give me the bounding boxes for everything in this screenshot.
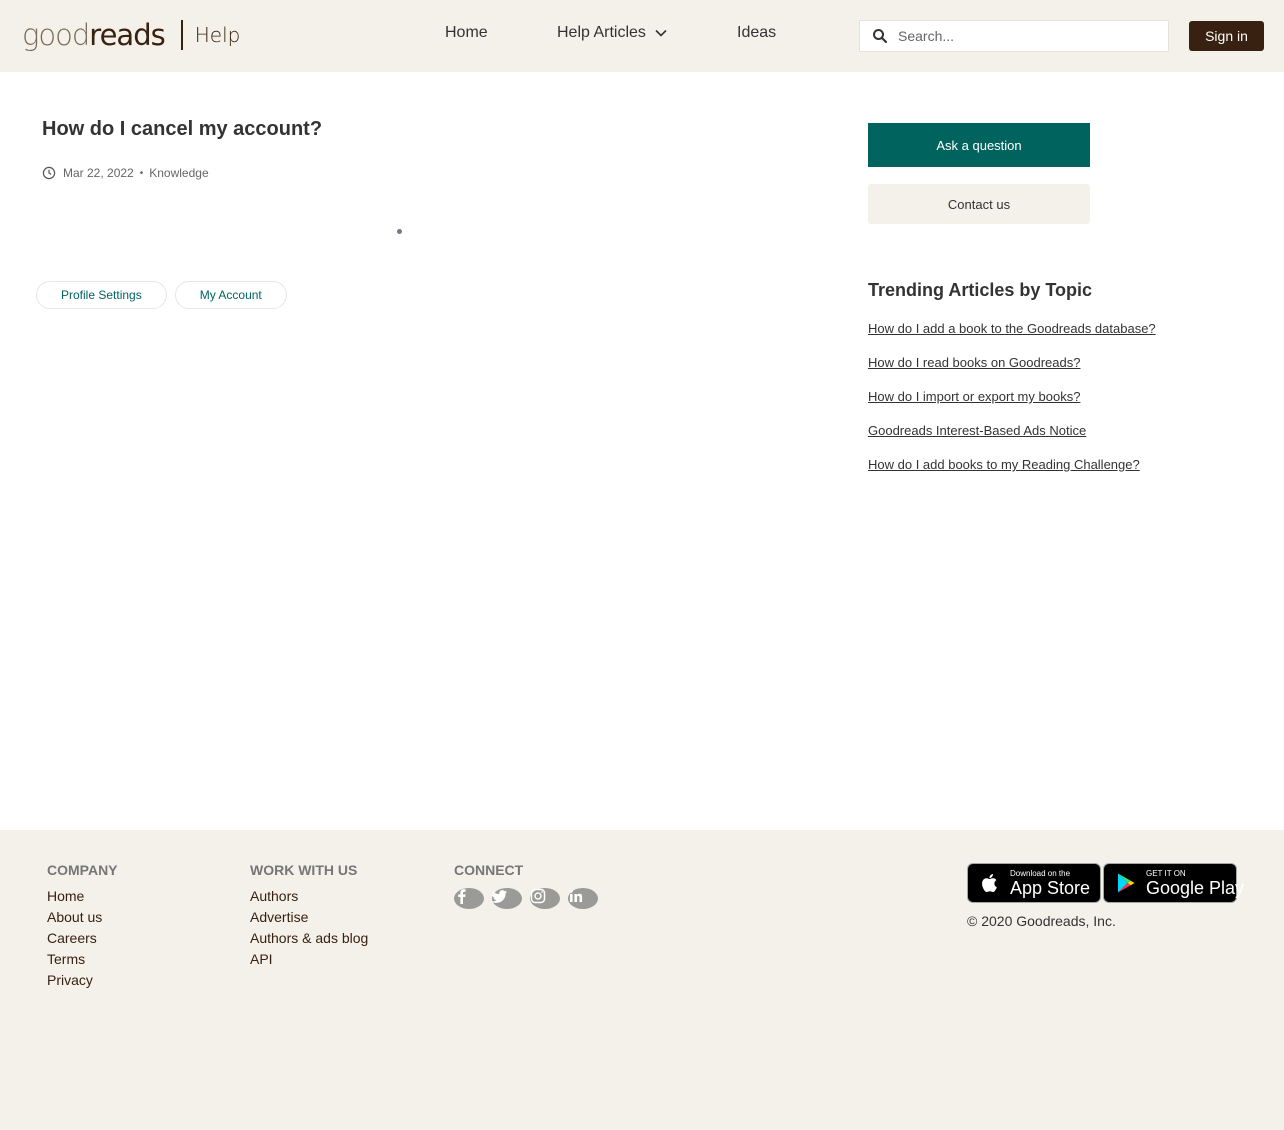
article-title: How do I cancel my account? (42, 118, 323, 140)
article-type: Knowledge (149, 166, 209, 180)
footer-heading: Connect (454, 862, 524, 878)
footer-link-authors-ads-blog[interactable]: Authors & ads blog (250, 930, 368, 951)
goodreads-help-logo[interactable]: goodreads Help (22, 18, 240, 52)
list-item: How do I import or export my books? (868, 388, 1156, 422)
nav-help-articles-label: Help Articles (557, 24, 646, 41)
nav-ideas[interactable]: Ideas (737, 24, 776, 42)
trending-article-link[interactable]: How do I import or export my books? (868, 389, 1080, 404)
footer-link-advertise[interactable]: Advertise (250, 909, 368, 930)
list-item: How do I read books on Goodreads? (868, 354, 1156, 388)
copyright: © 2020 Goodreads, Inc. (967, 913, 1116, 929)
footer-work-with-us: Work with us Authors Advertise Authors &… (250, 862, 368, 972)
trending-article-link[interactable]: How do I add a book to the Goodreads dat… (868, 321, 1156, 336)
google-play-label: GET IT ON Google Play (1146, 868, 1245, 898)
nav-help-articles[interactable]: Help Articles (557, 24, 668, 42)
trending-title: Trending Articles by Topic (868, 280, 1093, 300)
logo-wordmark: goodreads (22, 18, 166, 52)
site-header: goodreads Help Home Help Articles Ideas … (0, 0, 1284, 72)
instagram-icon[interactable] (530, 888, 560, 909)
footer-link-terms[interactable]: Terms (47, 951, 118, 972)
topic-profile-settings[interactable]: Profile Settings (36, 281, 167, 309)
list-item: Goodreads Interest-Based Ads Notice (868, 422, 1156, 456)
footer-connect: Connect (454, 862, 598, 909)
footer-link-home[interactable]: Home (47, 888, 118, 909)
meta-separator: • (139, 167, 144, 179)
chevron-down-icon (655, 29, 667, 37)
logo-help-label: Help (194, 23, 241, 47)
loading-indicator (397, 229, 402, 234)
footer-link-privacy[interactable]: Privacy (47, 972, 118, 993)
search-input[interactable] (898, 28, 1148, 44)
article-date: Mar 22, 2022 (63, 166, 134, 180)
trending-article-link[interactable]: How do I read books on Goodreads? (868, 355, 1080, 370)
twitter-icon[interactable] (491, 888, 522, 909)
article-topics: Profile Settings My Account (36, 281, 287, 309)
topic-my-account[interactable]: My Account (174, 281, 287, 309)
footer-link-authors[interactable]: Authors (250, 888, 368, 909)
app-store-button[interactable]: Download on the App Store (967, 863, 1101, 903)
site-footer: Company Home About us Careers Terms Priv… (0, 830, 1284, 1130)
app-store-label: Download on the App Store (1010, 868, 1091, 898)
article-meta: Mar 22, 2022 • Knowledge (42, 166, 209, 180)
app-store-badges: Download on the App Store GET IT ON Goog… (967, 863, 1244, 903)
footer-heading: Company (47, 862, 118, 878)
footer-company: Company Home About us Careers Terms Priv… (47, 862, 118, 993)
list-item: How do I add a book to the Goodreads dat… (868, 320, 1156, 354)
contact-us-button[interactable]: Contact us (868, 184, 1090, 224)
search-box (859, 20, 1169, 52)
footer-link-careers[interactable]: Careers (47, 930, 118, 951)
linkedin-icon[interactable] (568, 888, 598, 909)
google-play-button[interactable]: GET IT ON Google Play (1103, 863, 1244, 903)
google-play-icon (1118, 873, 1135, 893)
apple-icon (982, 874, 997, 892)
logo-divider (180, 20, 183, 50)
search-icon[interactable] (872, 28, 888, 44)
trending-article-link[interactable]: How do I add books to my Reading Challen… (868, 457, 1140, 472)
facebook-icon[interactable] (454, 888, 484, 909)
social-links (454, 888, 598, 909)
list-item: How do I add books to my Reading Challen… (868, 456, 1156, 490)
ask-question-button[interactable]: Ask a question (868, 123, 1090, 167)
footer-link-about[interactable]: About us (47, 909, 118, 930)
nav-home[interactable]: Home (445, 24, 488, 42)
sign-in-button[interactable]: Sign in (1189, 21, 1264, 51)
trending-article-link[interactable]: Goodreads Interest-Based Ads Notice (868, 423, 1086, 438)
footer-heading: Work with us (250, 862, 358, 878)
trending-articles-list: How do I add a book to the Goodreads dat… (868, 320, 1156, 490)
footer-link-api[interactable]: API (250, 951, 368, 972)
clock-icon (42, 166, 56, 180)
